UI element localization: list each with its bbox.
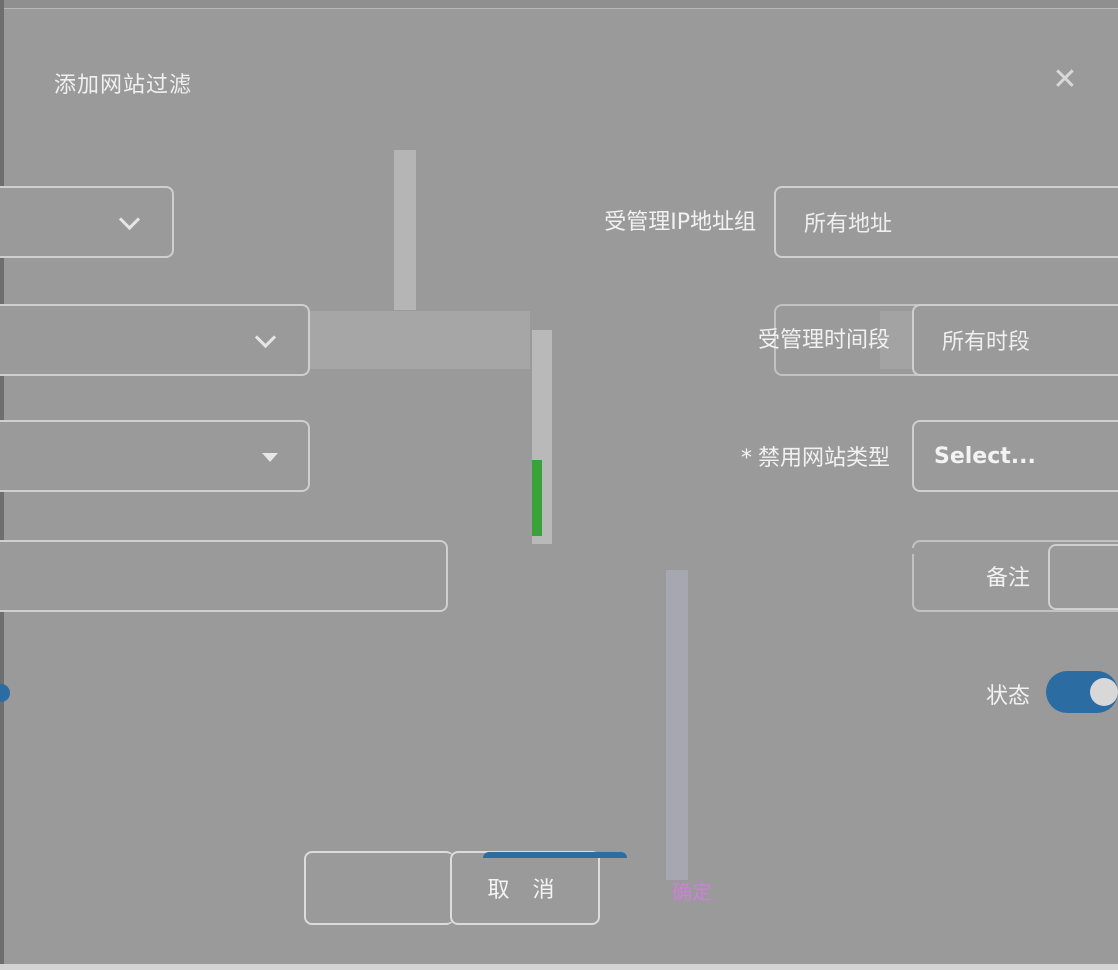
fragment-bar xyxy=(394,150,416,310)
managed-ip-select[interactable]: 所有地址 xyxy=(774,186,1118,258)
left-input-4[interactable] xyxy=(0,540,448,612)
blocked-type-label: * 禁用网站类型 xyxy=(680,440,890,472)
blocked-type-select[interactable]: Select... xyxy=(912,420,1118,492)
chevron-down-icon xyxy=(254,326,277,349)
remark-label: 备注 xyxy=(985,566,1030,591)
required-asterisk: * xyxy=(740,446,752,471)
managed-time-label: 受管理时间段 xyxy=(757,328,890,353)
chevron-down-icon xyxy=(118,208,141,231)
close-icon[interactable]: ✕ xyxy=(1048,63,1082,97)
left-select-1[interactable] xyxy=(0,186,174,258)
blocked-type-label-text: 禁用网站类型 xyxy=(757,446,890,471)
blocked-type-placeholder: Select... xyxy=(934,443,1036,469)
status-toggle[interactable] xyxy=(1046,671,1118,713)
bottom-edge xyxy=(0,964,1118,970)
remark-input[interactable] xyxy=(1048,544,1118,610)
managed-ip-label: 受管理IP地址组 xyxy=(604,210,756,235)
overlay-band xyxy=(310,311,530,369)
fragment-bar xyxy=(532,460,542,536)
ok-button-label[interactable]: 确定 xyxy=(672,876,712,905)
left-select-2[interactable] xyxy=(0,304,310,376)
left-select-3[interactable] xyxy=(0,420,310,492)
fragment-bar xyxy=(666,570,688,880)
ghost-button-edge xyxy=(304,851,454,925)
managed-time-value: 所有时段 xyxy=(942,330,1031,355)
managed-ip-value: 所有地址 xyxy=(804,212,893,237)
ok-button-top[interactable] xyxy=(483,852,627,858)
status-label: 状态 xyxy=(985,684,1030,709)
managed-time-select[interactable]: 所有时段 xyxy=(912,304,1118,376)
cancel-button[interactable]: 取 消 xyxy=(450,851,600,925)
caret-down-icon xyxy=(262,453,278,462)
toggle-knob xyxy=(1090,678,1118,706)
dialog-title: 添加网站过滤 xyxy=(54,73,193,98)
